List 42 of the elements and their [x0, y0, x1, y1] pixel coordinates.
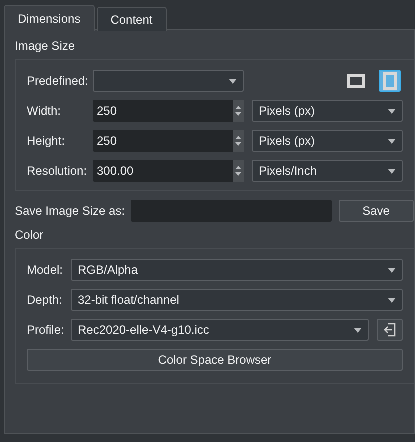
tab[interactable]: Dimensions	[4, 5, 95, 31]
caret-icon	[388, 268, 396, 272]
text-field[interactable]	[131, 200, 332, 222]
dropdown[interactable]: Pixels (px)	[252, 130, 403, 152]
caret-icon	[388, 298, 396, 302]
spin-box[interactable]: 250	[93, 130, 244, 152]
field-label: Model:	[27, 262, 64, 279]
spin-value: 250	[97, 133, 118, 150]
dropdown-value: 32-bit float/channel	[78, 292, 180, 309]
field-label: Save Image Size as:	[15, 203, 126, 220]
field-label: Depth:	[27, 292, 64, 309]
group-title: Image Size	[15, 38, 76, 54]
dropdown[interactable]: RGB/Alpha	[71, 259, 403, 281]
spin-box[interactable]: 300.00	[93, 160, 244, 182]
dropdown[interactable]: Pixels (px)	[252, 100, 403, 122]
dropdown-value: Pixels (px)	[259, 103, 316, 120]
spin-value: 300.00	[97, 163, 134, 180]
dropdown[interactable]: 32-bit float/channel	[71, 289, 403, 311]
field-label: Profile:	[27, 322, 66, 339]
field-label: Resolution:	[27, 163, 88, 180]
tab[interactable]: Content	[96, 7, 167, 31]
field-label: Predefined:	[27, 73, 90, 90]
caret-icon	[229, 78, 237, 84]
caret-icon	[354, 328, 362, 332]
caret-icon	[388, 168, 396, 174]
dropdown-value: Rec2020-elle-V4-g10.icc	[78, 322, 210, 339]
color-space-browser-button[interactable]: Color Space Browser	[27, 349, 403, 371]
dropdown-value: Pixels (px)	[259, 133, 316, 150]
import-button[interactable]	[377, 319, 403, 341]
save-button[interactable]: Save	[338, 200, 414, 222]
dropdown[interactable]: Pixels/Inch	[252, 160, 403, 182]
import-icon	[384, 323, 396, 337]
spin-value: 250	[97, 103, 118, 120]
caret-icon	[388, 138, 396, 144]
dropdown-value: RGB/Alpha	[78, 262, 138, 279]
dropdown[interactable]: Rec2020-elle-V4-g10.icc	[71, 319, 369, 341]
spin-box[interactable]: 250	[93, 100, 244, 122]
group-title: Color	[15, 227, 45, 243]
caret-icon	[388, 108, 396, 114]
field-label: Width:	[27, 103, 62, 120]
field-label: Height:	[27, 133, 66, 150]
dropdown-value: Pixels/Inch	[259, 163, 318, 180]
